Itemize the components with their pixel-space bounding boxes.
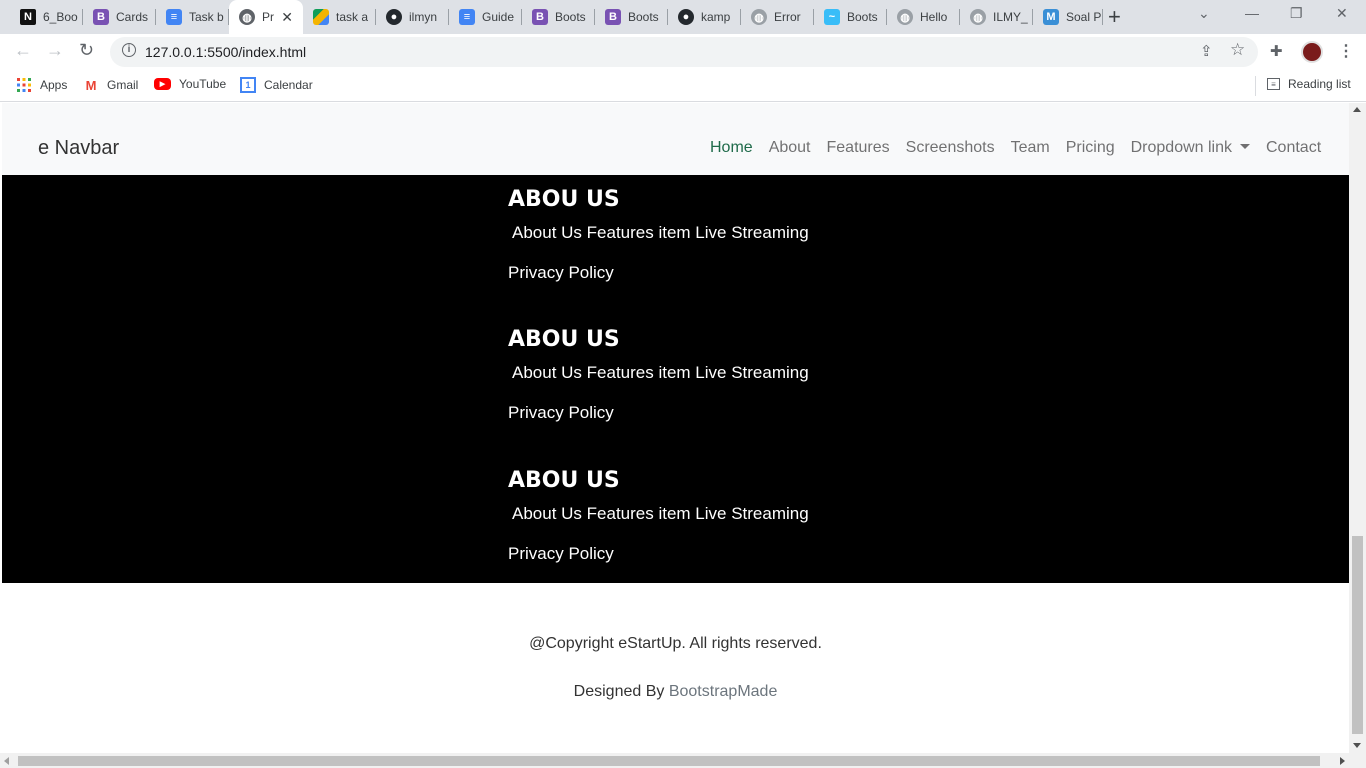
github-icon: ● <box>386 9 402 25</box>
site-navbar: e Navbar Home About Features Screenshots… <box>2 103 1349 175</box>
about-links[interactable]: About Us Features item Live Streaming <box>512 503 809 525</box>
tab-search-icon[interactable]: ⌄ <box>1198 5 1210 22</box>
about-title: ABOU US <box>508 327 620 352</box>
tab-10[interactable]: ● kamp <box>668 0 741 34</box>
caret-down-icon <box>1240 144 1250 149</box>
forward-icon[interactable]: → <box>46 40 64 61</box>
scroll-right-icon[interactable] <box>1340 757 1345 765</box>
nav-links: Home About Features Screenshots Team Pri… <box>702 139 1329 157</box>
tab-7[interactable]: ≡ Guide <box>449 0 522 34</box>
tab-6[interactable]: ● ilmyn <box>376 0 449 34</box>
vertical-scrollbar[interactable] <box>1349 103 1366 753</box>
reload-icon[interactable]: ↻ <box>79 40 94 61</box>
url-text[interactable]: 127.0.0.1:5500/index.html <box>145 44 306 60</box>
reading-list-icon: ≡ <box>1267 78 1280 90</box>
scroll-left-icon[interactable] <box>4 757 9 765</box>
bookmarks-bar: Apps M Gmail ▶ YouTube 1 Calendar ≡ Read… <box>0 70 1366 102</box>
tab-8[interactable]: B Boots <box>522 0 595 34</box>
apps-grid-icon <box>16 77 32 93</box>
horizontal-scroll-thumb[interactable] <box>18 756 1320 766</box>
browser-toolbar: ← → ↻ i 127.0.0.1:5500/index.html ⇪ ☆ ✚ … <box>0 34 1366 70</box>
nav-screenshots[interactable]: Screenshots <box>898 139 1003 157</box>
tab-2[interactable]: B Cards <box>83 0 156 34</box>
bookmark-apps[interactable]: Apps <box>16 77 67 93</box>
nav-pricing[interactable]: Pricing <box>1058 139 1123 157</box>
about-section: ABOU US About Us Features item Live Stre… <box>2 175 1349 583</box>
nav-about[interactable]: About <box>761 139 819 157</box>
tab-14[interactable]: ◍ ILMY_ <box>960 0 1033 34</box>
bootstrap-icon: B <box>605 9 621 25</box>
scroll-down-icon[interactable] <box>1353 743 1361 748</box>
globe-icon: ◍ <box>239 9 255 25</box>
window-close-icon[interactable]: ✕ <box>1336 5 1348 22</box>
nav-team[interactable]: Team <box>1003 139 1058 157</box>
profile-avatar[interactable] <box>1301 41 1323 63</box>
restore-icon[interactable]: ❐ <box>1290 5 1303 22</box>
bootstrap-icon: B <box>93 9 109 25</box>
tailwind-icon: ~ <box>824 9 840 25</box>
nav-dropdown[interactable]: Dropdown link <box>1123 139 1258 157</box>
tab-9[interactable]: B Boots <box>595 0 668 34</box>
about-block: ABOU US About Us Features item Live Stre… <box>508 467 809 565</box>
site-info-icon[interactable]: i <box>122 43 136 57</box>
tab-15[interactable]: M Soal P <box>1033 0 1103 34</box>
google-drive-icon <box>313 9 329 25</box>
tab-3[interactable]: ≡ Task b <box>156 0 229 34</box>
tab-11[interactable]: ◍ Error <box>741 0 814 34</box>
bootstrap-icon: B <box>532 9 548 25</box>
privacy-policy-link[interactable]: Privacy Policy <box>508 262 809 284</box>
extensions-icon[interactable]: ✚ <box>1270 42 1283 60</box>
about-links[interactable]: About Us Features item Live Streaming <box>512 362 809 384</box>
m-icon: M <box>1043 9 1059 25</box>
bookmark-youtube[interactable]: ▶ YouTube <box>154 77 226 91</box>
designed-by: Designed By BootstrapMade <box>573 683 778 700</box>
about-block: ABOU US About Us Features item Live Stre… <box>508 326 809 424</box>
bookmark-gmail[interactable]: M Gmail <box>83 77 139 93</box>
bookmark-divider <box>1255 76 1256 96</box>
about-block: ABOU US About Us Features item Live Stre… <box>508 186 809 284</box>
browser-tab-strip: N 6_Boo B Cards ≡ Task b ◍ Pr ✕ task a ●… <box>0 0 1366 34</box>
nav-contact[interactable]: Contact <box>1258 139 1329 157</box>
nav-home[interactable]: Home <box>702 139 761 157</box>
notion-icon: N <box>20 9 36 25</box>
reading-list[interactable]: ≡ Reading list <box>1267 77 1351 91</box>
tab-1[interactable]: N 6_Boo <box>10 0 83 34</box>
google-docs-icon: ≡ <box>459 9 475 25</box>
youtube-icon: ▶ <box>154 78 171 90</box>
bookmark-star-icon[interactable]: ☆ <box>1230 40 1245 60</box>
back-icon[interactable]: ← <box>14 40 32 61</box>
minimize-icon[interactable]: — <box>1245 5 1259 21</box>
about-links[interactable]: About Us Features item Live Streaming <box>512 222 809 244</box>
globe-icon: ◍ <box>897 9 913 25</box>
menu-icon[interactable]: ⋮ <box>1338 41 1354 61</box>
new-tab-icon[interactable]: + <box>1108 4 1121 30</box>
horizontal-scrollbar[interactable] <box>0 753 1366 768</box>
about-title: ABOU US <box>508 187 620 212</box>
navbar-brand[interactable]: e Navbar <box>38 137 119 160</box>
copyright-text: @Copyright eStartUp. All rights reserved… <box>529 635 822 652</box>
privacy-policy-link[interactable]: Privacy Policy <box>508 402 809 424</box>
privacy-policy-link[interactable]: Privacy Policy <box>508 543 809 565</box>
close-icon[interactable]: ✕ <box>281 9 293 26</box>
gmail-icon: M <box>85 77 97 93</box>
calendar-icon: 1 <box>240 77 256 93</box>
bootstrapmade-link[interactable]: BootstrapMade <box>669 683 778 700</box>
about-title: ABOU US <box>508 468 620 493</box>
tab-13[interactable]: ◍ Hello <box>887 0 960 34</box>
google-docs-icon: ≡ <box>166 9 182 25</box>
github-icon: ● <box>678 9 694 25</box>
site-footer: @Copyright eStartUp. All rights reserved… <box>2 583 1349 753</box>
tab-5[interactable]: task a <box>303 0 376 34</box>
globe-icon: ◍ <box>970 9 986 25</box>
page-viewport: e Navbar Home About Features Screenshots… <box>0 103 1366 768</box>
nav-features[interactable]: Features <box>819 139 898 157</box>
share-icon[interactable]: ⇪ <box>1200 42 1213 60</box>
address-bar[interactable]: i 127.0.0.1:5500/index.html ⇪ ☆ <box>110 37 1258 67</box>
tab-12[interactable]: ~ Boots <box>814 0 887 34</box>
tab-active[interactable]: ◍ Pr ✕ <box>229 0 303 34</box>
vertical-scroll-thumb[interactable] <box>1352 536 1363 734</box>
bookmark-calendar[interactable]: 1 Calendar <box>240 77 313 93</box>
scroll-up-icon[interactable] <box>1353 107 1361 112</box>
globe-icon: ◍ <box>751 9 767 25</box>
